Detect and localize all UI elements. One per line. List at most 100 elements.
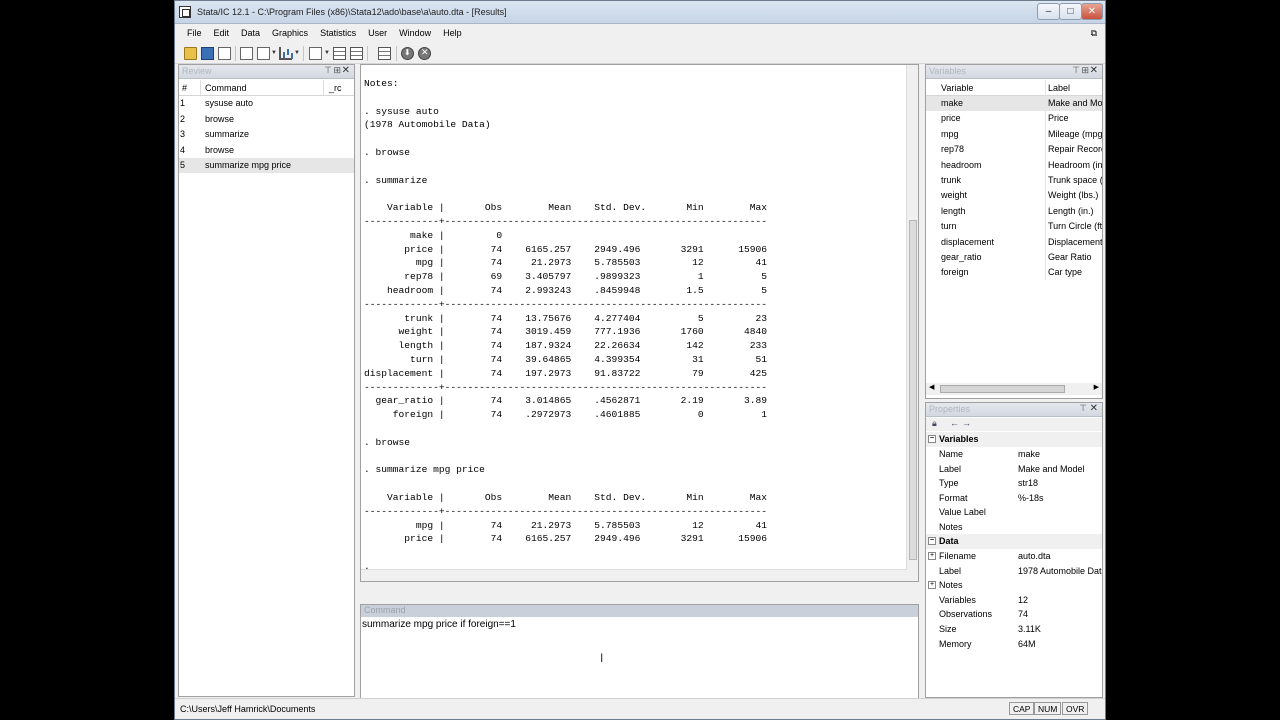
menu-edit[interactable]: Edit [214, 28, 230, 38]
properties-section-variables[interactable]: − Variables [926, 432, 1102, 447]
lock-icon[interactable]: 🔒︎ [932, 418, 937, 429]
review-row[interactable]: 2 browse [179, 112, 354, 127]
variable-row[interactable]: trunkTrunk space (cu. ft.) [926, 173, 1102, 188]
graph-icon[interactable] [279, 47, 292, 60]
pin-icon[interactable]: ⊞ [1081, 65, 1089, 76]
minimize-button[interactable]: – [1037, 3, 1060, 20]
close-icon[interactable]: ✕ [1090, 65, 1098, 76]
caps-lock-indicator: CAP [1009, 702, 1035, 715]
variable-row[interactable]: rep78Repair Record 1978 [926, 142, 1102, 157]
maximize-button[interactable]: □ [1059, 3, 1082, 20]
property-row[interactable]: Format %-18s [926, 491, 1102, 506]
variables-table-header: Variable Label [926, 80, 1102, 96]
do-file-editor-icon[interactable] [309, 47, 322, 60]
scroll-left-icon[interactable]: ◀ [929, 383, 934, 391]
scroll-right-icon[interactable]: ▶ [1094, 383, 1099, 391]
log-icon[interactable] [240, 47, 253, 60]
pin-icon[interactable]: ⊤ [1079, 403, 1087, 414]
window-title: Stata/IC 12.1 - C:\Program Files (x86)\S… [197, 7, 507, 17]
results-window[interactable]: Notes: . sysuse auto (1978 Automobile Da… [360, 64, 919, 582]
review-row[interactable]: 1 sysuse auto [179, 96, 354, 111]
review-row[interactable]: 5 summarize mpg price [179, 158, 354, 173]
variable-row[interactable]: displacementDisplacement (cu. in.) [926, 235, 1102, 250]
menu-window[interactable]: Window [399, 28, 431, 38]
menu-user[interactable]: User [368, 28, 387, 38]
command-input[interactable]: summarize mpg price if foreign==1 [362, 619, 516, 630]
toolbar-separator [303, 46, 304, 61]
print-icon[interactable] [218, 47, 231, 60]
scrollbar-thumb[interactable] [940, 385, 1065, 393]
variable-row[interactable]: gear_ratio Gear Ratio [926, 250, 1102, 265]
variables-manager-icon[interactable] [378, 47, 391, 60]
toolbar: ▼ ▼ ▼ [175, 43, 1105, 64]
expand-icon[interactable]: + [928, 581, 936, 590]
variable-row[interactable]: makeMake and Model [926, 96, 1102, 111]
property-row[interactable]: Name make [926, 447, 1102, 462]
pin-icon[interactable]: ⊤ [324, 65, 332, 76]
save-icon[interactable] [201, 47, 214, 60]
property-row[interactable]: Variables 12 [926, 593, 1102, 608]
variable-row[interactable]: length Length (in.) [926, 204, 1102, 219]
scrollbar-thumb[interactable] [909, 220, 917, 560]
viewer-icon[interactable] [257, 47, 270, 60]
property-row[interactable]: + Notes [926, 578, 1102, 593]
review-panel-header: Review ⊤ ⊞ ✕ [179, 65, 354, 79]
mdi-restore-icon[interactable]: ⧉ [1091, 28, 1097, 39]
results-vertical-scrollbar[interactable] [906, 65, 918, 581]
menu-graphics[interactable]: Graphics [272, 28, 308, 38]
menu-help[interactable]: Help [443, 28, 462, 38]
pin-icon[interactable]: ⊤ [1072, 65, 1080, 76]
menu-statistics[interactable]: Statistics [320, 28, 356, 38]
variable-row[interactable]: price Price [926, 111, 1102, 126]
command-window[interactable]: Command summarize mpg price if foreign==… [360, 604, 919, 699]
property-row[interactable]: Label 1978 Automobile Data [926, 564, 1102, 579]
more-icon[interactable] [401, 47, 414, 60]
property-row[interactable]: Label Make and Model [926, 462, 1102, 477]
close-icon[interactable]: ✕ [342, 65, 350, 76]
menu-file[interactable]: File [187, 28, 202, 38]
property-row[interactable]: Memory 64M [926, 637, 1102, 652]
collapse-icon[interactable]: − [928, 537, 936, 545]
data-browser-icon[interactable] [350, 47, 363, 60]
variable-row[interactable]: headroomHeadroom (in.) [926, 158, 1102, 173]
variables-horizontal-scrollbar[interactable]: ◀ ▶ [926, 383, 1102, 395]
properties-section-data[interactable]: − Data [926, 534, 1102, 549]
overwrite-indicator: OVR [1062, 702, 1089, 715]
do-file-dropdown-icon[interactable]: ▼ [324, 50, 330, 56]
property-row[interactable]: Value Label [926, 505, 1102, 520]
variable-row[interactable]: turn Turn Circle (ft.) [926, 219, 1102, 234]
pin-icon[interactable]: ⊞ [333, 65, 341, 76]
property-row[interactable]: Type str18 [926, 476, 1102, 491]
variable-row[interactable]: weight Weight (lbs.) [926, 188, 1102, 203]
back-arrow-icon[interactable]: ← [950, 418, 959, 428]
expand-icon[interactable]: + [928, 552, 936, 560]
text-cursor-icon: I [600, 651, 604, 665]
property-row[interactable]: Size 3.11K [926, 622, 1102, 637]
viewer-dropdown-icon[interactable]: ▼ [271, 50, 277, 56]
column-header-command[interactable]: Command [205, 83, 247, 93]
variable-row[interactable]: foreign Car type [926, 265, 1102, 280]
properties-panel-title: Properties [929, 404, 971, 414]
menu-data[interactable]: Data [241, 28, 260, 38]
data-editor-edit-icon[interactable] [333, 47, 346, 60]
column-header-label[interactable]: Label [1048, 83, 1070, 93]
collapse-icon[interactable]: − [928, 435, 936, 443]
open-folder-icon[interactable] [184, 47, 197, 60]
column-header-variable[interactable]: Variable [941, 83, 973, 93]
results-horizontal-scrollbar[interactable] [361, 569, 907, 581]
variable-row[interactable]: mpg Mileage (mpg) [926, 127, 1102, 142]
column-header-num[interactable]: # [182, 83, 187, 93]
column-header-rc[interactable]: _rc [329, 83, 342, 93]
close-button[interactable]: ✕ [1081, 3, 1103, 20]
review-row[interactable]: 4 browse [179, 143, 354, 158]
property-row[interactable]: + Filename auto.dta [926, 549, 1102, 564]
forward-arrow-icon[interactable]: → [962, 418, 971, 428]
graph-dropdown-icon[interactable]: ▼ [294, 50, 300, 56]
title-bar: Stata/IC 12.1 - C:\Program Files (x86)\S… [175, 1, 1105, 24]
variables-panel: Variables ⊤ ⊞ ✕ Variable Label make Make … [925, 64, 1103, 399]
property-row[interactable]: Notes [926, 520, 1102, 535]
break-icon[interactable] [418, 47, 431, 60]
close-icon[interactable]: ✕ [1090, 403, 1098, 414]
property-row[interactable]: Observations 74 [926, 607, 1102, 622]
review-row[interactable]: 3 summarize [179, 127, 354, 142]
